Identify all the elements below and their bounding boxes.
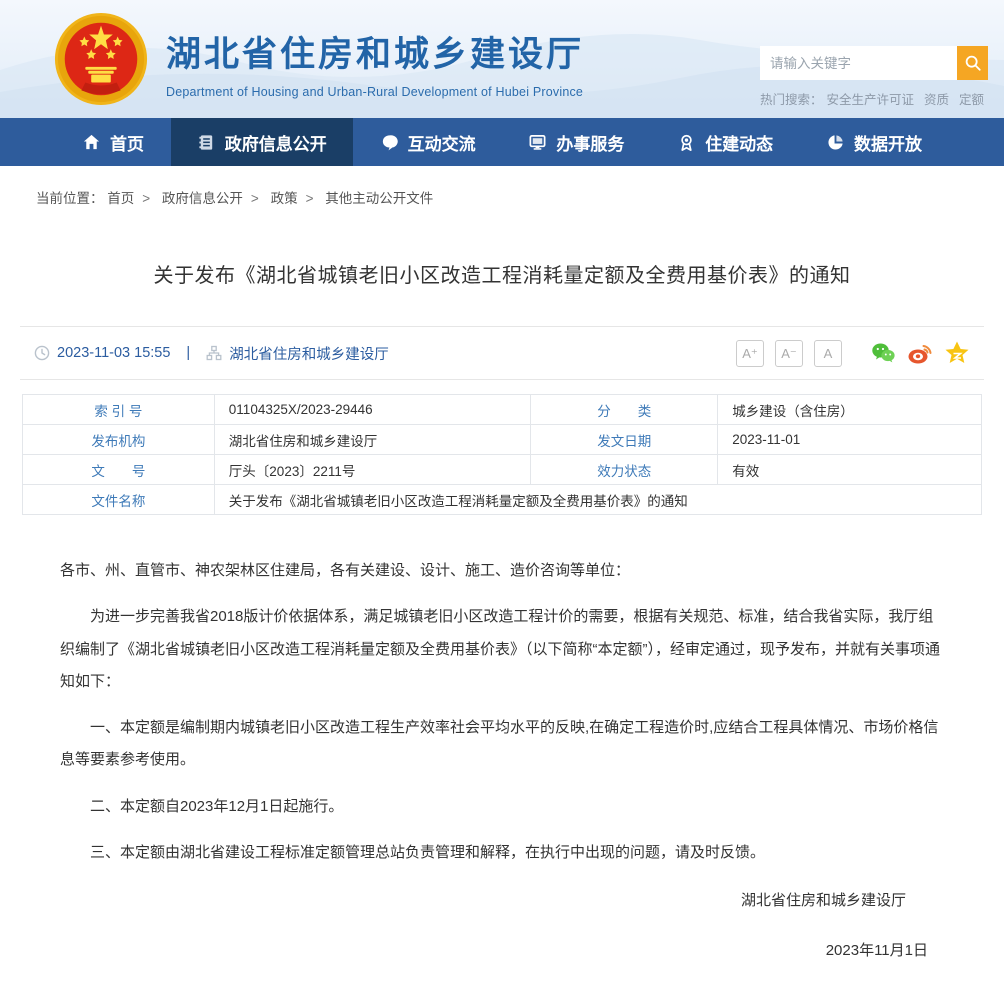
monitor-icon: [528, 133, 547, 152]
nav-item-interaction[interactable]: 互动交流: [354, 118, 502, 166]
nav-label: 数据开放: [854, 130, 922, 155]
issue-date-label: 发文日期: [531, 425, 718, 455]
agency-label: 发布机构: [23, 425, 215, 455]
nav-item-open-data[interactable]: 数据开放: [800, 118, 948, 166]
nav-label: 首页: [110, 130, 144, 155]
clock-icon: [34, 345, 50, 361]
breadcrumb-item-other-docs[interactable]: 其他主动公开文件: [325, 191, 433, 206]
font-larger-button[interactable]: A⁺: [736, 340, 764, 367]
breadcrumb-separator: >: [306, 191, 314, 206]
hot-search-link-3[interactable]: 定额: [959, 93, 984, 107]
index-number-value: 01104325X/2023-29446: [214, 395, 530, 425]
national-emblem-icon: [52, 10, 150, 108]
nav-label: 住建动态: [705, 130, 773, 155]
table-row: 文件名称 关于发布《湖北省城镇老旧小区改造工程消耗量定额及全费用基价表》的通知: [23, 485, 982, 515]
paragraph-item-1: 一、本定额是编制期内城镇老旧小区改造工程生产效率社会平均水平的反映,在确定工程造…: [60, 712, 944, 777]
table-row: 文 号 厅头〔2023〕2211号 效力状态 有效: [23, 455, 982, 485]
paragraph-item-3: 三、本定额由湖北省建设工程标准定额管理总站负责管理和解释，在执行中出现的问题，请…: [60, 837, 944, 869]
issue-date-value: 2023-11-01: [718, 425, 982, 455]
article-meta-right: A⁺ A⁻ A: [736, 340, 970, 367]
font-reset-button[interactable]: A: [814, 340, 842, 367]
salutation: 各市、州、直管市、神农架林区住建局，各有关建设、设计、施工、造价咨询等单位：: [60, 555, 944, 587]
document-info-table: 索 引 号 01104325X/2023-29446 分 类 城乡建设（含住房）…: [22, 394, 982, 515]
breadcrumb-separator: >: [251, 191, 259, 206]
site-title: 湖北省住房和城乡建设厅: [166, 26, 584, 77]
hot-search-row: 热门搜索： 安全生产许可证资质定额: [760, 89, 988, 108]
doc-name-value: 关于发布《湖北省城镇老旧小区改造工程消耗量定额及全费用基价表》的通知: [214, 485, 981, 515]
doc-number-value: 厅头〔2023〕2211号: [214, 455, 530, 485]
breadcrumb-label: 当前位置：: [36, 191, 104, 206]
nav-item-home[interactable]: 首页: [56, 118, 170, 166]
document-body: 各市、州、直管市、神农架林区住建局，各有关建设、设计、施工、造价咨询等单位： 为…: [0, 515, 1004, 968]
hot-search-link-1[interactable]: 安全生产许可证: [827, 93, 915, 107]
publish-source: 湖北省住房和城乡建设厅: [229, 343, 389, 364]
index-number-label: 索 引 号: [23, 395, 215, 425]
breadcrumb: 当前位置： 首页 > 政府信息公开 > 政策 > 其他主动公开文件: [0, 166, 1004, 207]
doc-name-label: 文件名称: [23, 485, 215, 515]
nav-item-gov-info[interactable]: 政府信息公开: [171, 118, 353, 166]
search-icon: [964, 54, 982, 72]
nav-item-services[interactable]: 办事服务: [502, 118, 650, 166]
page-title: 关于发布《湖北省城镇老旧小区改造工程消耗量定额及全费用基价表》的通知: [70, 259, 934, 288]
agency-value: 湖北省住房和城乡建设厅: [214, 425, 530, 455]
doc-number-label: 文 号: [23, 455, 215, 485]
brand-text: 湖北省住房和城乡建设厅 Department of Housing and Ur…: [166, 20, 584, 99]
nav-label: 办事服务: [556, 130, 624, 155]
validity-value: 有效: [718, 455, 982, 485]
nav-label: 政府信息公开: [225, 130, 327, 155]
hot-search-link-2[interactable]: 资质: [924, 93, 949, 107]
signature: 湖北省住房和城乡建设厅: [60, 885, 944, 917]
medal-icon: [677, 133, 696, 152]
signature-date: 2023年11月1日: [60, 935, 944, 967]
breadcrumb-item-policy[interactable]: 政策: [271, 191, 298, 206]
nav-label: 互动交流: [408, 130, 476, 155]
chat-icon: [380, 133, 399, 152]
table-row: 发布机构 湖北省住房和城乡建设厅 发文日期 2023-11-01: [23, 425, 982, 455]
weibo-share-icon[interactable]: [907, 340, 933, 366]
article-meta-left: 2023-11-03 15:55 | 湖北省住房和城乡建设厅: [34, 343, 389, 364]
search-area: 热门搜索： 安全生产许可证资质定额: [760, 46, 988, 108]
breadcrumb-item-home[interactable]: 首页: [107, 191, 134, 206]
site-brand[interactable]: 湖北省住房和城乡建设厅 Department of Housing and Ur…: [52, 10, 584, 108]
paragraph-item-2: 二、本定额自2023年12月1日起施行。: [60, 791, 944, 823]
table-row: 索 引 号 01104325X/2023-29446 分 类 城乡建设（含住房）: [23, 395, 982, 425]
publish-datetime: 2023-11-03 15:55: [57, 345, 170, 361]
article-meta-bar: 2023-11-03 15:55 | 湖北省住房和城乡建设厅 A⁺ A⁻ A: [20, 326, 984, 380]
category-value: 城乡建设（含住房）: [718, 395, 982, 425]
wechat-share-icon[interactable]: [870, 340, 896, 366]
category-label: 分 类: [531, 395, 718, 425]
paragraph-intro: 为进一步完善我省2018版计价依据体系，满足城镇老旧小区改造工程计价的需要，根据…: [60, 601, 944, 698]
font-smaller-button[interactable]: A⁻: [775, 340, 803, 367]
organization-icon: [206, 345, 222, 361]
search-input[interactable]: [760, 46, 957, 80]
search-button[interactable]: [957, 46, 988, 80]
hot-search-label: 热门搜索：: [760, 93, 823, 107]
validity-label: 效力状态: [531, 455, 718, 485]
site-subtitle: Department of Housing and Urban-Rural De…: [166, 85, 584, 99]
document-icon: [197, 133, 216, 152]
pie-chart-icon: [826, 133, 845, 152]
home-icon: [82, 133, 101, 152]
main-navbar: 首页 政府信息公开 互动交流 办事服务 住建动态 数据开放: [0, 118, 1004, 166]
site-header: 湖北省住房和城乡建设厅 Department of Housing and Ur…: [0, 0, 1004, 118]
breadcrumb-item-gov-info[interactable]: 政府信息公开: [162, 191, 243, 206]
nav-item-news[interactable]: 住建动态: [651, 118, 799, 166]
breadcrumb-separator: >: [142, 191, 150, 206]
meta-divider: |: [186, 345, 190, 361]
qzone-share-icon[interactable]: [944, 340, 970, 366]
